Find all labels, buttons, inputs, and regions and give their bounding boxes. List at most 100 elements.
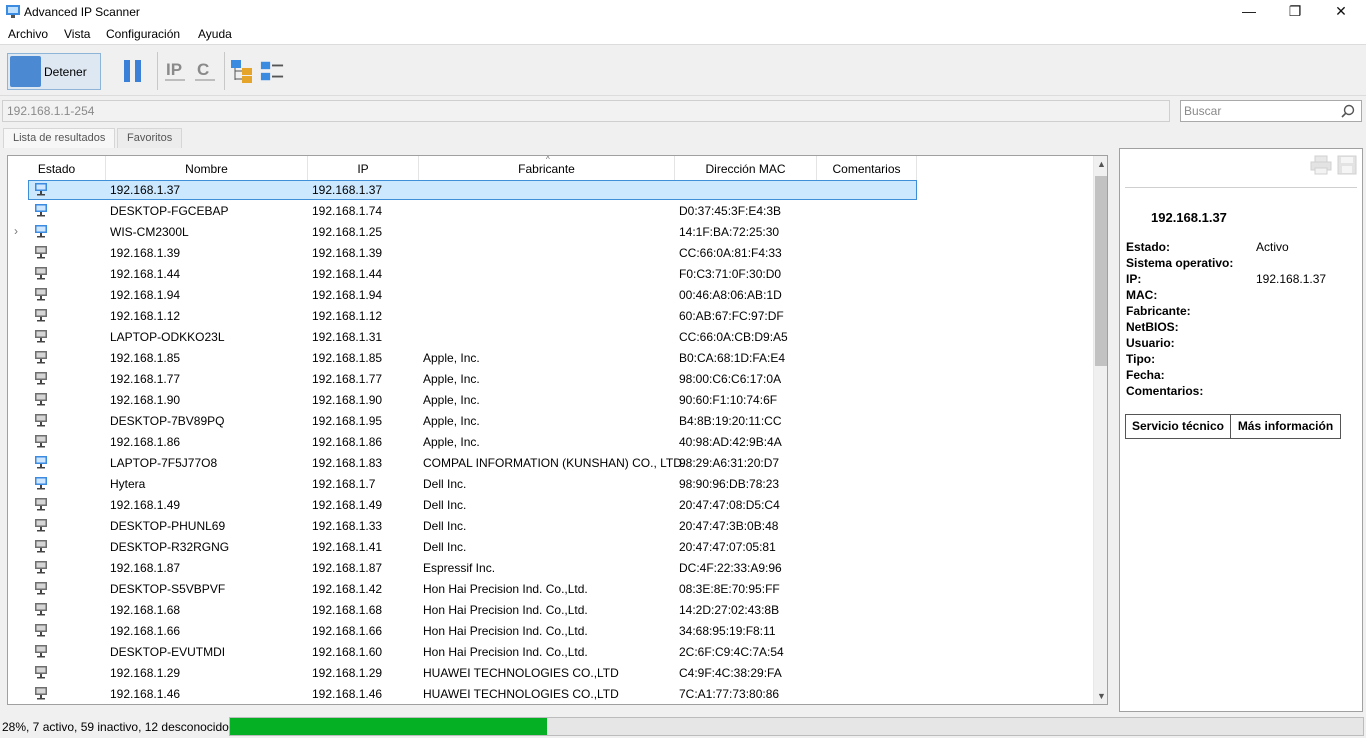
scroll-up-icon[interactable]: ▲ bbox=[1097, 159, 1106, 169]
cell-name: 192.168.1.66 bbox=[110, 624, 181, 638]
list-header: Estado Nombre IP Fabricante ^ Dirección … bbox=[8, 156, 1094, 180]
cell-name: 192.168.1.49 bbox=[110, 498, 181, 512]
cell-mac: 98:90:96:DB:78:23 bbox=[679, 477, 780, 491]
computer-active-icon bbox=[35, 225, 47, 238]
table-row[interactable]: DESKTOP-7BV89PQ 192.168.1.95 Apple, Inc. B4… bbox=[8, 411, 1094, 432]
table-row[interactable]: 192.168.1.46 192.168.1.46 HUAWEI TECHNOLOG… bbox=[8, 684, 1094, 704]
cell-ip: 192.168.1.44 bbox=[312, 267, 383, 281]
column-ip[interactable]: IP bbox=[308, 156, 419, 180]
expand-all-icon[interactable] bbox=[230, 58, 254, 84]
tab-favorites[interactable]: Favoritos bbox=[117, 128, 183, 148]
table-row[interactable]: 192.168.1.66 192.168.1.66 Hon Hai Precisio… bbox=[8, 621, 1094, 642]
scroll-down-icon[interactable]: ▼ bbox=[1097, 691, 1106, 701]
pause-button[interactable] bbox=[124, 60, 142, 82]
cell-vendor: COMPAL INFORMATION (KUNSHAN) CO., LTD. bbox=[423, 456, 686, 470]
results-list: Estado Nombre IP Fabricante ^ Dirección … bbox=[7, 155, 1108, 705]
table-row[interactable]: DESKTOP-R32RGNG 192.168.1.41 Dell Inc. 20:4… bbox=[8, 537, 1094, 558]
details-label: Comentarios: bbox=[1126, 384, 1204, 398]
table-row[interactable]: 192.168.1.86 192.168.1.86 Apple, Inc. 40:98… bbox=[8, 432, 1094, 453]
column-name[interactable]: Nombre bbox=[106, 156, 308, 180]
cell-vendor: Dell Inc. bbox=[423, 540, 467, 554]
tab-bar: Lista de resultados Favoritos bbox=[0, 126, 1366, 148]
stop-button[interactable]: Detener bbox=[7, 53, 101, 90]
table-row[interactable]: LAPTOP-ODKKO23L 192.168.1.31 CC:66:0A:CB:D… bbox=[8, 327, 1094, 348]
cell-vendor: Apple, Inc. bbox=[423, 414, 480, 428]
computer-active-icon bbox=[35, 204, 47, 217]
cell-mac: 90:60:F1:10:74:6F bbox=[679, 393, 778, 407]
table-row[interactable]: DESKTOP-EVUTMDI 192.168.1.60 Hon Hai Preci… bbox=[8, 642, 1094, 663]
cell-name: LAPTOP-7F5J77O8 bbox=[110, 456, 218, 470]
table-row[interactable]: 192.168.1.68 192.168.1.68 Hon Hai Precisio… bbox=[8, 600, 1094, 621]
close-button[interactable]: ✕ bbox=[1318, 0, 1364, 24]
computer-inactive-icon bbox=[35, 246, 47, 259]
computer-active-icon bbox=[35, 456, 47, 469]
computer-inactive-icon bbox=[35, 666, 47, 679]
table-row[interactable]: 192.168.1.85 192.168.1.85 Apple, Inc. B0:CA… bbox=[8, 348, 1094, 369]
radmin-icon[interactable]: C bbox=[193, 58, 217, 84]
table-row[interactable]: 192.168.1.49 192.168.1.49 Dell Inc. 20:47:4… bbox=[8, 495, 1094, 516]
cell-ip: 192.168.1.37 bbox=[312, 183, 383, 197]
menu-ayuda[interactable]: Ayuda bbox=[198, 27, 232, 41]
cell-mac: CC:66:0A:CB:D9:A5 bbox=[679, 330, 788, 344]
column-comments[interactable]: Comentarios bbox=[817, 156, 917, 180]
table-row[interactable]: DESKTOP-S5VBPVF 192.168.1.42 Hon Hai Preci… bbox=[8, 579, 1094, 600]
table-row[interactable]: 192.168.1.37 192.168.1.37 bbox=[8, 180, 1094, 201]
cell-mac: 34:68:95:19:F8:11 bbox=[679, 624, 776, 638]
table-row[interactable]: Hytera 192.168.1.7 Dell Inc. 98:90:96:DB:78… bbox=[8, 474, 1094, 495]
cell-ip: 192.168.1.7 bbox=[312, 477, 376, 491]
cell-vendor: Hon Hai Precision Ind. Co.,Ltd. bbox=[423, 582, 588, 596]
cell-mac: 14:2D:27:02:43:8B bbox=[679, 603, 780, 617]
cell-mac: 2C:6F:C9:4C:7A:54 bbox=[679, 645, 784, 659]
search-input[interactable]: Buscar bbox=[1180, 100, 1362, 122]
table-row[interactable]: LAPTOP-7F5J77O8 192.168.1.83 COMPAL INFORM… bbox=[8, 453, 1094, 474]
cell-name: 192.168.1.44 bbox=[110, 267, 181, 281]
scroll-thumb[interactable] bbox=[1095, 176, 1107, 366]
vertical-scrollbar[interactable]: ▲ ▼ bbox=[1093, 156, 1107, 704]
table-row[interactable]: 192.168.1.39 192.168.1.39 CC:66:0A:81:F4:3… bbox=[8, 243, 1094, 264]
table-row[interactable]: 192.168.1.77 192.168.1.77 Apple, Inc. 98:00… bbox=[8, 369, 1094, 390]
cell-name: 192.168.1.46 bbox=[110, 687, 181, 701]
table-row[interactable]: DESKTOP-FGCEBAP 192.168.1.74 D0:37:45:3F:E… bbox=[8, 201, 1094, 222]
print-icon[interactable] bbox=[1310, 155, 1332, 175]
table-row[interactable]: 192.168.1.94 192.168.1.94 00:46:A8:06:AB:1… bbox=[8, 285, 1094, 306]
menu-archivo[interactable]: Archivo bbox=[8, 27, 48, 41]
ip-range-input[interactable]: 192.168.1.1-254 bbox=[2, 100, 1170, 122]
minimize-button[interactable]: — bbox=[1226, 0, 1272, 24]
cell-name: 192.168.1.85 bbox=[110, 351, 181, 365]
details-divider bbox=[1125, 187, 1357, 188]
table-row[interactable]: 192.168.1.12 192.168.1.12 60:AB:67:FC:97:D… bbox=[8, 306, 1094, 327]
table-row[interactable]: › WIS-CM2300L 192.168.1.25 14:1F:BA:72:25:3… bbox=[8, 222, 1094, 243]
column-mac[interactable]: Dirección MAC bbox=[675, 156, 817, 180]
window-title: Advanced IP Scanner bbox=[24, 5, 140, 19]
cell-ip: 192.168.1.66 bbox=[312, 624, 383, 638]
table-row[interactable]: 192.168.1.44 192.168.1.44 F0:C3:71:0F:30:D… bbox=[8, 264, 1094, 285]
tab-results[interactable]: Lista de resultados bbox=[3, 128, 116, 148]
computer-inactive-icon bbox=[35, 603, 47, 616]
save-icon[interactable] bbox=[1337, 155, 1357, 175]
table-row[interactable]: 192.168.1.29 192.168.1.29 HUAWEI TECHNOLOG… bbox=[8, 663, 1094, 684]
cell-vendor: Hon Hai Precision Ind. Co.,Ltd. bbox=[423, 603, 588, 617]
expand-chevron-icon[interactable]: › bbox=[14, 224, 18, 238]
column-status[interactable]: Estado bbox=[8, 156, 106, 180]
table-row[interactable]: DESKTOP-PHUNL69 192.168.1.33 Dell Inc. 20:4… bbox=[8, 516, 1094, 537]
table-row[interactable]: 192.168.1.87 192.168.1.87 Espressif Inc. DC… bbox=[8, 558, 1094, 579]
menu-configuracion[interactable]: Configuración bbox=[106, 27, 180, 41]
cell-ip: 192.168.1.29 bbox=[312, 666, 383, 680]
ip-scan-icon[interactable]: IP bbox=[163, 58, 187, 84]
computer-inactive-icon bbox=[35, 519, 47, 532]
cell-ip: 192.168.1.95 bbox=[312, 414, 383, 428]
computer-inactive-icon bbox=[35, 540, 47, 553]
maximize-button[interactable]: ❐ bbox=[1272, 0, 1318, 24]
menu-vista[interactable]: Vista bbox=[64, 27, 90, 41]
cell-name: 192.168.1.39 bbox=[110, 246, 181, 260]
more-info-button[interactable]: Más información bbox=[1230, 414, 1341, 439]
tech-support-button[interactable]: Servicio técnico bbox=[1125, 414, 1231, 439]
table-row[interactable]: 192.168.1.90 192.168.1.90 Apple, Inc. 90:60… bbox=[8, 390, 1094, 411]
collapse-all-icon[interactable] bbox=[260, 58, 284, 84]
search-icon[interactable] bbox=[1341, 104, 1355, 118]
computer-inactive-icon bbox=[35, 498, 47, 511]
cell-name: 192.168.1.68 bbox=[110, 603, 181, 617]
details-value: 192.168.1.37 bbox=[1256, 272, 1327, 286]
details-label: NetBIOS: bbox=[1126, 320, 1179, 334]
cell-mac: 20:47:47:3B:0B:48 bbox=[679, 519, 779, 533]
